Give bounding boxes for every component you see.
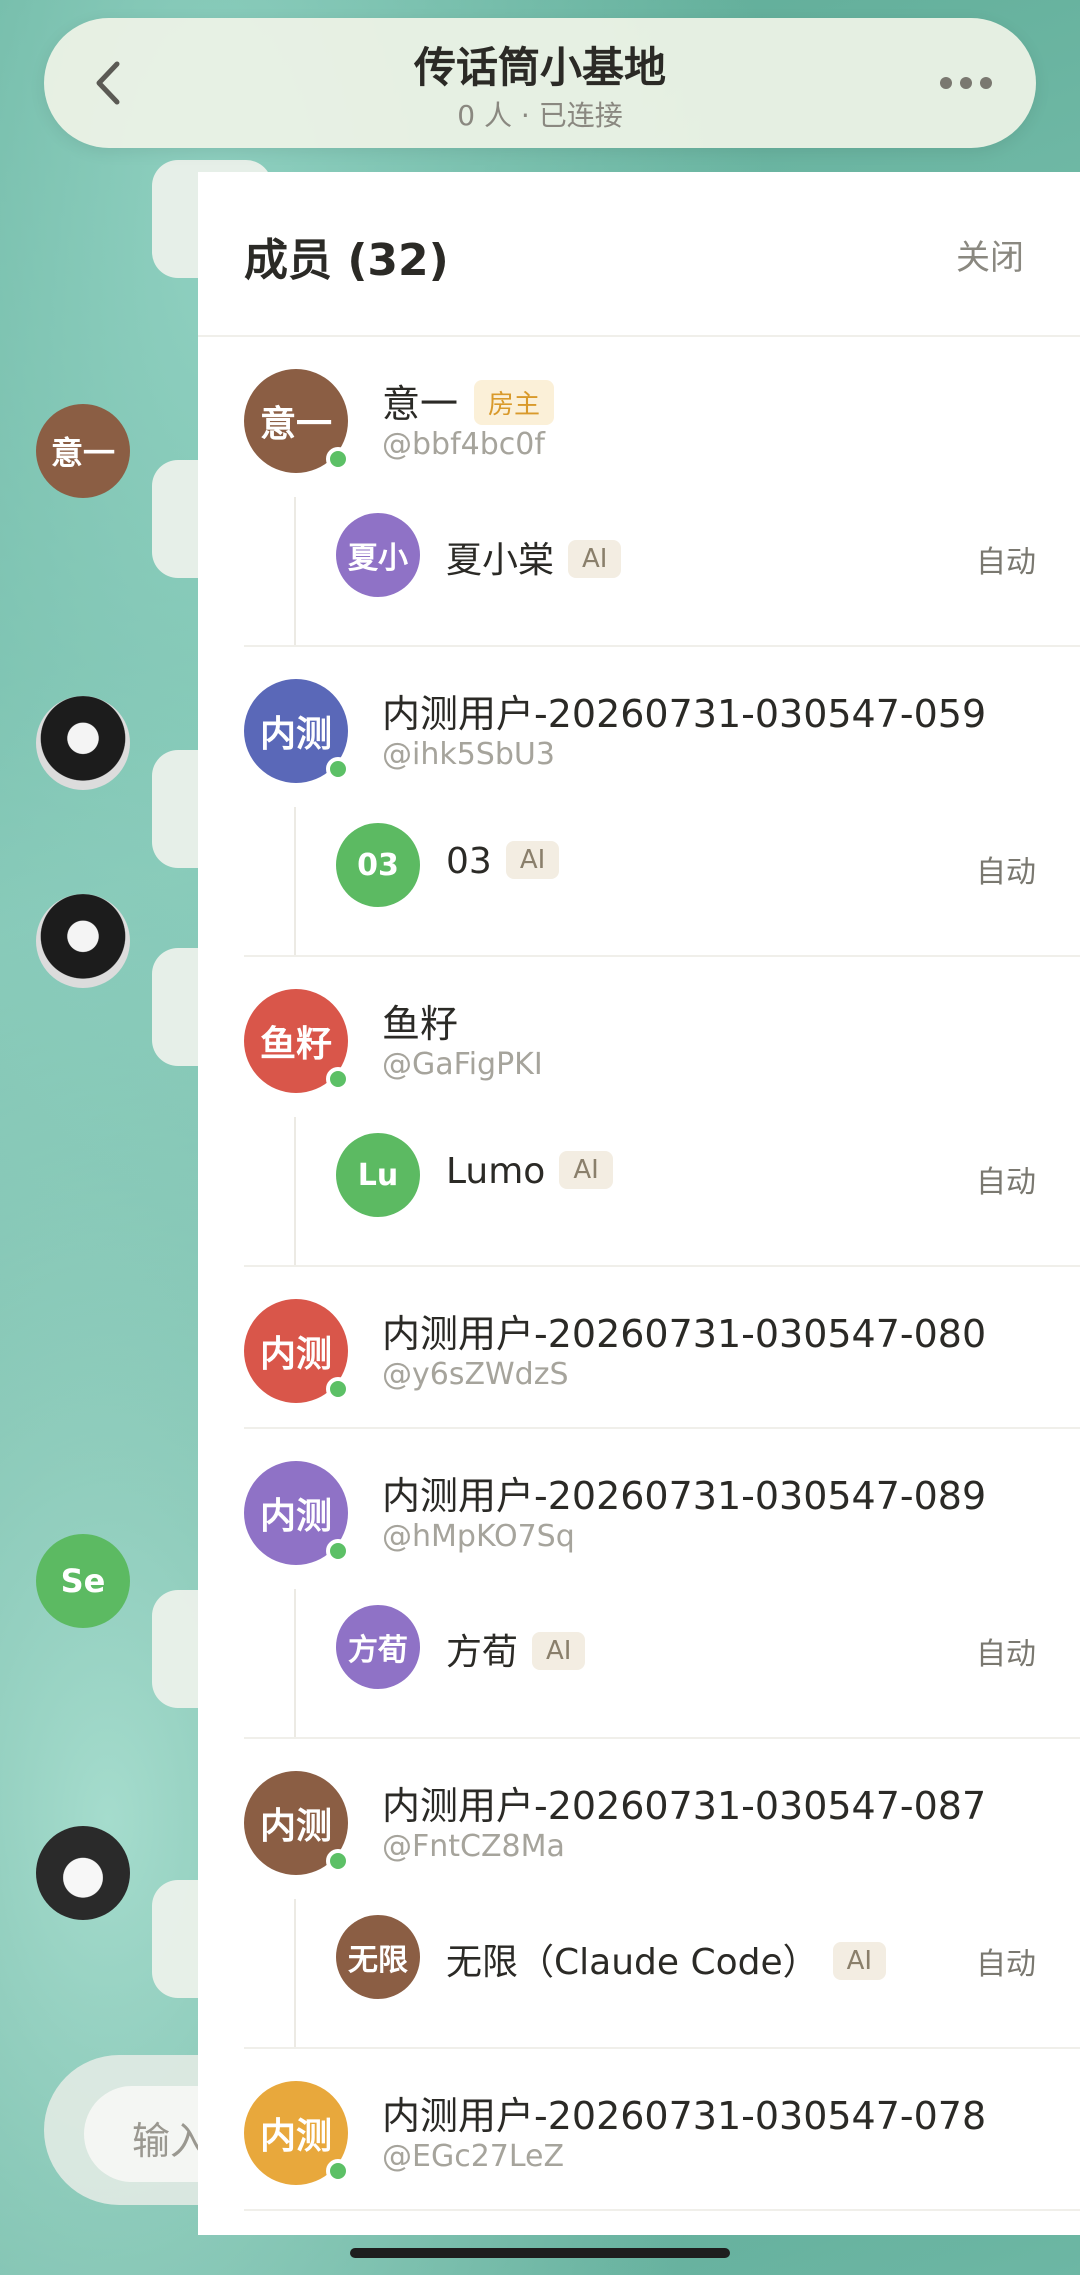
member-row[interactable]: 内测 内测用户-20260731-030547-089 @hMpKO7Sq <box>244 1429 1080 1589</box>
tree-connector <box>294 1899 296 2047</box>
ai-agent-row[interactable]: 方荀 方荀 AI 自动 <box>244 1589 1080 1737</box>
online-status-dot <box>326 2159 350 2183</box>
ai-avatar: Lu <box>336 1133 420 1217</box>
member-group: 内测 内测用户-20260731-030547-078 @EGc27LeZ <box>244 2049 1080 2211</box>
member-name: 内测用户-20260731-030547-059 <box>382 692 987 736</box>
owner-badge: 房主 <box>474 380 555 425</box>
more-dots-icon <box>940 77 952 89</box>
ai-avatar: 无限 <box>336 1915 420 1999</box>
avatar: Se <box>36 1534 130 1628</box>
ai-mode[interactable]: 自动 <box>976 1629 1036 1673</box>
background-chat: 意一 Se <box>0 0 272 2275</box>
member-handle: @EGc27LeZ <box>382 2139 565 2174</box>
member-row[interactable]: 内测 内测用户-20260731-030547-059 @ihk5SbU3 <box>244 647 1080 807</box>
member-group: 内测 内测用户-20260731-030547-089 @hMpKO7Sq 方荀… <box>244 1429 1080 1739</box>
member-name: 鱼籽 <box>382 1002 459 1046</box>
member-name: 内测用户-20260731-030547-087 <box>382 1784 987 1828</box>
avatar: 内测 <box>244 679 350 783</box>
avatar: 意一 <box>36 404 130 498</box>
ai-agent-row[interactable]: 无限 无限（Claude Code） AI 自动 <box>244 1899 1080 2047</box>
ai-name: 03 AI <box>446 841 560 882</box>
ai-agent-row[interactable]: Lu Lumo AI 自动 <box>244 1117 1080 1265</box>
avatar <box>36 894 130 988</box>
tree-connector <box>294 807 296 955</box>
online-status-dot <box>326 1849 350 1873</box>
home-indicator <box>350 2248 730 2258</box>
avatar: 内测 <box>244 2081 350 2185</box>
member-name: 内测用户-20260731-030547-089 <box>382 1474 987 1518</box>
avatar: 内测 <box>244 1771 350 1875</box>
page-title: 传话筒小基地 <box>413 43 666 92</box>
ai-badge: AI <box>568 540 622 578</box>
avatar: 意一 <box>244 369 350 473</box>
member-name: 意一 房主 <box>382 373 555 429</box>
member-group: 内测 内测用户-20260731-030547-080 @y6sZWdzS <box>244 1267 1080 1429</box>
ai-avatar: 方荀 <box>336 1605 420 1689</box>
tree-connector <box>294 1117 296 1265</box>
member-name: 内测用户-20260731-030547-080 <box>382 1312 987 1356</box>
member-handle: @bbf4bc0f <box>382 427 545 462</box>
ai-mode[interactable]: 自动 <box>976 1939 1036 1983</box>
member-group: 内测 内测用户-20260731-030547-059 @ihk5SbU3 03… <box>244 647 1080 957</box>
member-name: 内测用户-20260731-030547-078 <box>382 2094 987 2138</box>
member-group: 内测 内测用户-20260731-030547-087 @FntCZ8Ma 无限… <box>244 1739 1080 2049</box>
member-handle: @GaFigPKI <box>382 1047 543 1082</box>
message-input-placeholder: 输入 <box>132 2119 209 2163</box>
ai-badge: AI <box>559 1151 613 1189</box>
members-panel: 成员 (32) 关闭 意一 意一 房主 @bbf4bc0f 夏小 夏小棠 AI 自动 <box>198 172 1080 2235</box>
member-handle: @hMpKO7Sq <box>382 1519 575 1554</box>
online-status-dot <box>326 1067 350 1091</box>
member-row[interactable]: 内测 内测用户-20260731-030547-080 @y6sZWdzS <box>244 1267 1080 1427</box>
member-row[interactable]: 鱼籽 鱼籽 @GaFigPKI <box>244 957 1080 1117</box>
avatar: 内测 <box>244 1299 350 1403</box>
online-status-dot <box>326 757 350 781</box>
ai-mode[interactable]: 自动 <box>976 847 1036 891</box>
more-button[interactable] <box>926 48 1006 118</box>
ai-agent-row[interactable]: 03 03 AI 自动 <box>244 807 1080 955</box>
ai-avatar: 03 <box>336 823 420 907</box>
avatar: 鱼籽 <box>244 989 350 1093</box>
tree-connector <box>294 1589 296 1737</box>
online-status-dot <box>326 1539 350 1563</box>
ai-name: Lumo AI <box>446 1151 613 1192</box>
ai-name: 无限（Claude Code） AI <box>446 1933 887 1985</box>
online-status-dot <box>326 447 350 471</box>
online-status-dot <box>326 1377 350 1401</box>
member-row[interactable]: 内测 内测用户-20260731-030547-078 @EGc27LeZ <box>244 2049 1080 2209</box>
ai-badge: AI <box>505 841 560 879</box>
ai-name: 方荀 AI <box>446 1623 586 1675</box>
avatar: 内测 <box>244 1461 350 1565</box>
ai-badge: AI <box>832 1942 887 1980</box>
ai-avatar: 夏小 <box>336 513 420 597</box>
member-group: 意一 意一 房主 @bbf4bc0f 夏小 夏小棠 AI 自动 <box>244 337 1080 647</box>
member-handle: @y6sZWdzS <box>382 1357 569 1392</box>
avatar <box>36 696 130 790</box>
ai-name: 夏小棠 AI <box>446 531 622 583</box>
member-group: 鱼籽 鱼籽 @GaFigPKI Lu Lumo AI 自动 <box>244 957 1080 1267</box>
ai-mode[interactable]: 自动 <box>976 1157 1036 1201</box>
panel-title: 成员 (32) <box>244 235 449 286</box>
member-row[interactable]: 意一 意一 房主 @bbf4bc0f <box>244 337 1080 497</box>
top-bar: 传话筒小基地 0 人 · 已连接 <box>44 18 1036 148</box>
panel-header: 成员 (32) 关闭 <box>198 172 1080 337</box>
ai-badge: AI <box>532 1632 586 1670</box>
tree-connector <box>294 497 296 645</box>
avatar <box>36 1826 130 1920</box>
ai-agent-row[interactable]: 夏小 夏小棠 AI 自动 <box>244 497 1080 645</box>
ai-mode[interactable]: 自动 <box>976 537 1036 581</box>
member-handle: @FntCZ8Ma <box>382 1829 565 1864</box>
member-row[interactable]: 内测 内测用户-20260731-030547-087 @FntCZ8Ma <box>244 1739 1080 1899</box>
close-button[interactable]: 关闭 <box>956 230 1024 279</box>
connection-status: 0 人 · 已连接 <box>457 99 623 132</box>
member-handle: @ihk5SbU3 <box>382 737 555 772</box>
